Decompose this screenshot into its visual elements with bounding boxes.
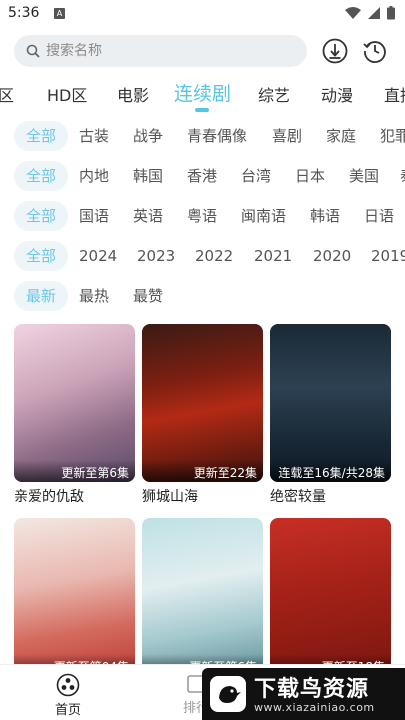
show-card[interactable]: 更新至22集 狮城山海	[142, 324, 263, 506]
filter-chip[interactable]: 内地	[79, 161, 109, 191]
tab-series[interactable]: 连续剧	[174, 79, 231, 106]
filter-chip[interactable]: 犯罪	[380, 121, 405, 151]
status-bar: 5:36 A	[0, 0, 405, 28]
watermark-title: 下载鸟资源	[254, 677, 370, 702]
home-icon	[56, 673, 80, 697]
show-card[interactable]: 更新至第6集 亲爱的仇敌	[14, 324, 135, 506]
poster-image[interactable]: 更新至18集	[270, 518, 391, 676]
show-title[interactable]: 亲爱的仇敌	[14, 486, 135, 506]
filter-chip[interactable]: 2023	[137, 241, 175, 271]
poster-image[interactable]: 更新至第6集	[142, 518, 263, 676]
filter-chip[interactable]: 2020	[313, 241, 351, 271]
tab-variety[interactable]: 综艺	[258, 82, 290, 106]
filter-row-year: 全部 2024 2023 2022 2021 2020 2019	[0, 241, 405, 271]
episode-badge: 更新至22集	[142, 460, 263, 482]
filter-chip[interactable]: 战争	[133, 121, 163, 151]
filter-row-language: 全部 国语 英语 粤语 闽南语 韩语 日语	[0, 201, 405, 231]
filter-chip[interactable]: 台湾	[241, 161, 271, 191]
status-time: 5:36	[8, 5, 40, 21]
filter-chip[interactable]: 古装	[79, 121, 109, 151]
show-card[interactable]: 更新至18集	[270, 518, 391, 676]
show-card[interactable]: 更新至第6集	[142, 518, 263, 676]
filter-chip[interactable]: 香港	[187, 161, 217, 191]
tab-movie[interactable]: 电影	[117, 82, 149, 106]
filter-chip[interactable]: 日本	[295, 161, 325, 191]
tab-anime[interactable]: 动漫	[321, 82, 353, 106]
notification-icon: A	[54, 8, 65, 19]
filter-chip[interactable]: 全部	[14, 201, 68, 231]
filter-chip[interactable]: 全部	[14, 121, 68, 151]
filter-chip[interactable]: 全部	[14, 161, 68, 191]
filter-chip[interactable]: 家庭	[326, 121, 356, 151]
show-title[interactable]: 狮城山海	[142, 486, 263, 506]
filter-chip[interactable]: 粤语	[187, 201, 217, 231]
filter-chip[interactable]: 韩国	[133, 161, 163, 191]
tab-hd[interactable]: HD区	[47, 82, 87, 106]
system-icons	[345, 6, 395, 20]
episode-badge: 更新至第6集	[14, 460, 135, 482]
filter-chip[interactable]: 泰	[400, 161, 405, 191]
signal-icon	[368, 7, 380, 19]
filter-chip[interactable]: 日语	[364, 201, 394, 231]
poster-image[interactable]: 更新至第6集	[14, 324, 135, 482]
tab-partial[interactable]: 区	[0, 82, 14, 106]
filter-chip[interactable]: 全部	[14, 241, 68, 271]
filter-chip[interactable]: 闽南语	[241, 201, 286, 231]
filter-chip[interactable]: 2024	[79, 241, 117, 271]
battery-icon	[387, 6, 395, 20]
poster-image[interactable]: 更新至22集	[142, 324, 263, 482]
episode-badge: 连载至16集/共28集	[270, 460, 391, 482]
search-icon	[26, 44, 40, 58]
nav-home[interactable]: 首页	[48, 673, 88, 718]
nav-home-label: 首页	[54, 703, 81, 718]
watermark: 下载鸟资源 www.xiazainiao.com	[202, 668, 405, 720]
download-icon[interactable]	[322, 38, 348, 64]
sort-chip[interactable]: 最赞	[133, 281, 163, 311]
watermark-logo-icon	[210, 676, 246, 712]
filter-row-sort: 最新 最热 最赞	[0, 281, 405, 311]
filter-chip[interactable]: 青春偶像	[187, 121, 247, 151]
tab-indicator	[195, 108, 209, 112]
history-icon[interactable]	[362, 38, 388, 64]
filter-chip[interactable]: 韩语	[310, 201, 340, 231]
poster-image[interactable]: 更新至第04集	[14, 518, 135, 676]
show-card[interactable]: 更新至第04集	[14, 518, 135, 676]
channel-tabs: 区 HD区 电影 连续剧 综艺 动漫 直播	[0, 74, 405, 118]
filter-chip[interactable]: 2021	[254, 241, 292, 271]
filter-row-type: 全部 古装 战争 青春偶像 喜剧 家庭 犯罪	[0, 121, 405, 151]
filter-chip[interactable]: 2022	[195, 241, 233, 271]
filter-chip[interactable]: 国语	[79, 201, 109, 231]
sort-chip[interactable]: 最热	[79, 281, 109, 311]
poster-image[interactable]: 连载至16集/共28集	[270, 324, 391, 482]
wifi-icon	[345, 7, 361, 19]
filter-row-region: 全部 内地 韩国 香港 台湾 日本 美国 泰	[0, 161, 405, 191]
search-bar[interactable]	[14, 35, 307, 67]
tab-live[interactable]: 直播	[384, 82, 405, 106]
filter-chip[interactable]: 美国	[349, 161, 379, 191]
filter-chip[interactable]: 英语	[133, 201, 163, 231]
search-input[interactable]	[46, 43, 276, 59]
sort-chip[interactable]: 最新	[14, 281, 68, 311]
watermark-url: www.xiazainiao.com	[254, 701, 375, 714]
filter-chip[interactable]: 2019	[371, 241, 405, 271]
show-card[interactable]: 连载至16集/共28集 绝密较量	[270, 324, 391, 506]
show-title[interactable]: 绝密较量	[270, 486, 391, 506]
filter-chip[interactable]: 喜剧	[272, 121, 302, 151]
